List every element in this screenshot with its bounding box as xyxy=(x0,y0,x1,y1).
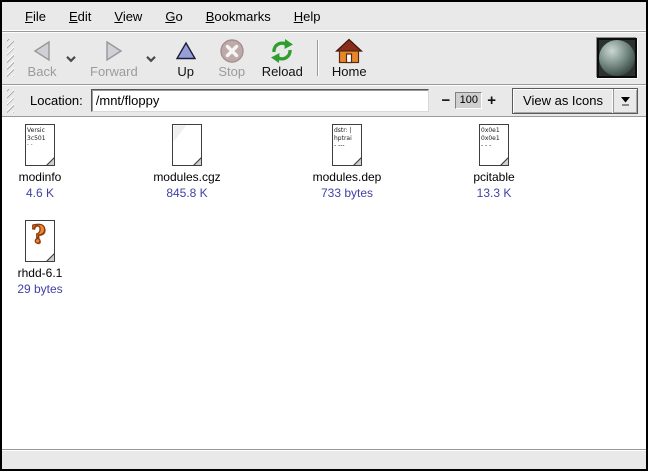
file-row: Versic3c501· · modinfo4.6 K modules.cgz845… xyxy=(2,123,646,201)
home-icon xyxy=(335,37,363,64)
combo-arrow-icon[interactable] xyxy=(613,89,637,113)
menu-go[interactable]: Go xyxy=(162,6,185,27)
menubar: File Edit View Go Bookmarks Help xyxy=(2,2,646,32)
menu-view[interactable]: View xyxy=(111,6,145,27)
file-name: rhdd-6.1 xyxy=(18,266,63,281)
file-size: 845.8 K xyxy=(166,186,207,201)
location-label: Location: xyxy=(30,93,83,108)
file-item-modinfo[interactable]: Versic3c501· · modinfo4.6 K xyxy=(2,123,90,201)
file-row: ? rhdd-6.129 bytes xyxy=(2,219,646,297)
file-view[interactable]: Versic3c501· · modinfo4.6 K modules.cgz845… xyxy=(2,117,646,449)
up-button[interactable]: Up xyxy=(163,34,209,82)
file-name: modules.cgz xyxy=(153,170,220,185)
menu-edit[interactable]: Edit xyxy=(66,6,94,27)
file-name: modules.dep xyxy=(313,170,382,185)
reload-label: Reload xyxy=(262,64,303,79)
forward-label: Forward xyxy=(90,64,138,79)
view-mode-label: View as Icons xyxy=(513,89,613,113)
file-item-pcitable[interactable]: 0x0e10x0e1- - - pcitable13.3 K xyxy=(444,123,544,201)
document-icon: 0x0e10x0e1- - - xyxy=(476,123,512,167)
back-icon xyxy=(29,37,55,64)
throbber-globe-icon xyxy=(597,38,637,78)
question-mark-icon: ? xyxy=(22,220,55,249)
file-preview-text: 0x0e10x0e1- - - xyxy=(481,127,506,150)
document-icon xyxy=(169,123,205,167)
status-bar xyxy=(2,449,646,469)
locationbar-drag-handle[interactable] xyxy=(7,89,14,113)
toolbar-separator xyxy=(317,40,318,76)
file-size: 4.6 K xyxy=(26,186,54,201)
up-icon xyxy=(174,37,198,64)
home-label: Home xyxy=(332,64,367,79)
file-size: 733 bytes xyxy=(321,186,373,201)
reload-button[interactable]: Reload xyxy=(255,34,310,82)
file-preview-text: Versic3c501· · xyxy=(27,127,52,150)
file-name: pcitable xyxy=(473,170,514,185)
unknown-file-icon: ? xyxy=(22,219,58,263)
stop-label: Stop xyxy=(218,64,245,79)
toolbar-drag-handle[interactable] xyxy=(7,39,14,77)
up-label: Up xyxy=(177,64,194,79)
file-preview-text: dstr: |hptrai- --- xyxy=(334,127,359,150)
menu-bookmarks[interactable]: Bookmarks xyxy=(203,6,274,27)
globe-sphere-icon xyxy=(599,40,635,76)
document-icon: dstr: |hptrai- --- xyxy=(329,123,365,167)
file-item-modules.dep[interactable]: dstr: |hptrai- --- modules.dep733 bytes xyxy=(297,123,397,201)
menu-file[interactable]: File xyxy=(22,6,49,27)
toolbar-buttons: Back Forward Up Stop Reload Home xyxy=(19,34,374,82)
zoom-out-button[interactable]: − xyxy=(437,92,456,109)
toolbar: Back Forward Up Stop Reload Home xyxy=(2,32,646,85)
document-icon: Versic3c501· · xyxy=(22,123,58,167)
zoom-level-indicator: 100 xyxy=(455,92,482,109)
location-input[interactable] xyxy=(91,89,429,112)
back-button: Back xyxy=(19,34,65,82)
file-manager-window: File Edit View Go Bookmarks Help Back Forward U… xyxy=(0,0,648,471)
toolbar-spacer xyxy=(374,34,597,82)
menu-help[interactable]: Help xyxy=(291,6,324,27)
file-size: 29 bytes xyxy=(17,282,62,297)
file-size: 13.3 K xyxy=(477,186,512,201)
stop-icon xyxy=(219,37,245,64)
back-label: Back xyxy=(28,64,57,79)
file-item-rhdd-6.1[interactable]: ? rhdd-6.129 bytes xyxy=(2,219,90,297)
stop-button: Stop xyxy=(209,34,255,82)
back-history-chevron-down-icon[interactable] xyxy=(65,50,77,68)
file-name: modinfo xyxy=(19,170,62,185)
forward-icon xyxy=(101,37,127,64)
home-button[interactable]: Home xyxy=(325,34,374,82)
location-bar: Location: − 100 + View as Icons xyxy=(2,85,646,117)
forward-button: Forward xyxy=(83,34,145,82)
zoom-in-button[interactable]: + xyxy=(482,92,501,109)
view-mode-dropdown[interactable]: View as Icons xyxy=(512,88,638,114)
reload-icon xyxy=(268,37,296,64)
file-item-modules.cgz[interactable]: modules.cgz845.8 K xyxy=(137,123,237,201)
forward-history-chevron-down-icon[interactable] xyxy=(145,50,157,68)
